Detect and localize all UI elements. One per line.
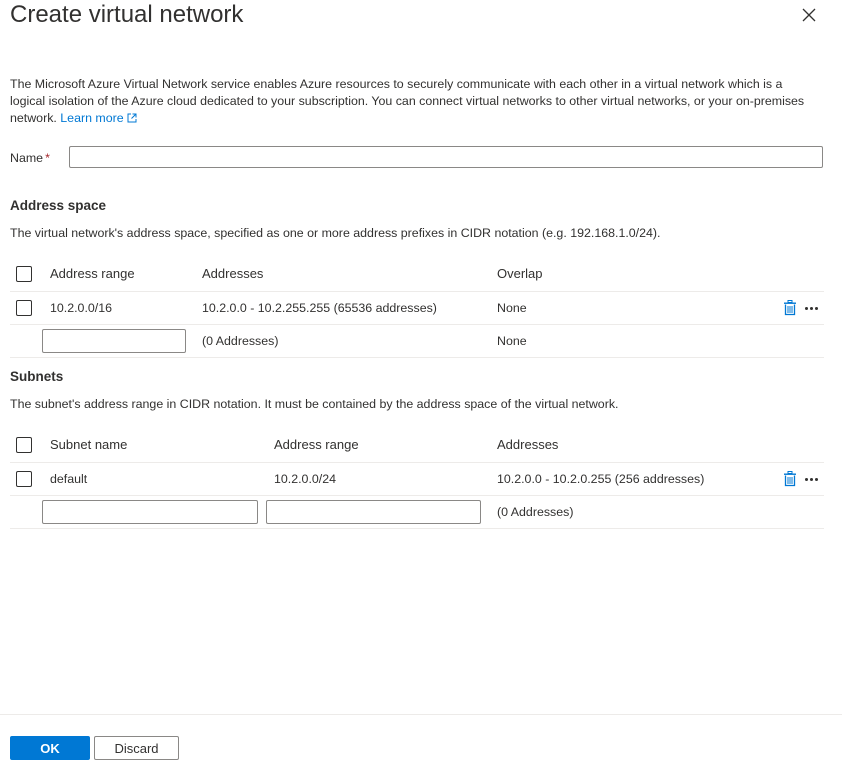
column-header-overlap: Overlap: [497, 266, 543, 281]
subnets-grid: Subnet name Address range Addresses defa…: [10, 427, 824, 529]
footer-divider: [0, 714, 842, 715]
external-link-icon: [127, 113, 137, 123]
more-options-button[interactable]: [803, 477, 820, 481]
column-header-subnet-addresses: Addresses: [497, 437, 559, 452]
new-subnet-addresses-cell: (0 Addresses): [497, 505, 574, 519]
close-icon: [802, 8, 816, 22]
row-checkbox[interactable]: [16, 471, 32, 487]
discard-button[interactable]: Discard: [94, 736, 179, 760]
name-label: Name *: [10, 151, 50, 165]
subnet-range-cell: 10.2.0.0/24: [274, 472, 337, 486]
select-all-subnets-checkbox[interactable]: [16, 436, 32, 453]
row-actions: [783, 463, 820, 495]
panel-description: The Microsoft Azure Virtual Network serv…: [10, 76, 820, 127]
delete-row-button[interactable]: [783, 300, 797, 316]
row-actions: [783, 292, 820, 324]
new-subnet-range-input[interactable]: [266, 500, 481, 524]
subnet-name-cell: default: [50, 472, 88, 486]
name-label-text: Name: [10, 151, 44, 165]
table-row: 10.2.0.0/16 10.2.0.0 - 10.2.255.255 (655…: [10, 292, 824, 325]
overlap-cell: None: [497, 301, 527, 315]
new-address-row: (0 Addresses) None: [10, 325, 824, 358]
new-address-range-input[interactable]: [42, 329, 186, 353]
learn-more-label: Learn more: [60, 111, 124, 125]
subnets-description: The subnet's address range in CIDR notat…: [10, 397, 619, 411]
row-checkbox[interactable]: [16, 300, 32, 316]
new-subnet-row: (0 Addresses): [10, 496, 824, 529]
select-all-checkbox[interactable]: [16, 265, 32, 282]
subnets-header-row: Subnet name Address range Addresses: [10, 427, 824, 463]
column-header-address-range: Address range: [50, 266, 135, 281]
delete-row-button[interactable]: [783, 471, 797, 487]
close-button[interactable]: [799, 5, 819, 25]
more-options-button[interactable]: [803, 306, 820, 310]
column-header-addresses: Addresses: [202, 266, 264, 281]
more-icon: [805, 477, 818, 481]
new-overlap-cell: None: [497, 334, 527, 348]
subnet-addresses-cell: 10.2.0.0 - 10.2.0.255 (256 addresses): [497, 472, 705, 486]
address-space-description: The virtual network's address space, spe…: [10, 226, 661, 240]
name-input[interactable]: [69, 146, 823, 168]
address-space-title: Address space: [10, 198, 107, 213]
new-addresses-cell: (0 Addresses): [202, 334, 279, 348]
trash-icon: [784, 471, 796, 487]
trash-icon: [784, 300, 796, 316]
ok-button[interactable]: OK: [10, 736, 90, 760]
column-header-subnet-address-range: Address range: [274, 437, 359, 452]
new-subnet-name-input[interactable]: [42, 500, 258, 524]
subnets-title: Subnets: [10, 369, 64, 384]
panel-title: Create virtual network: [10, 1, 244, 28]
more-icon: [805, 306, 818, 310]
address-space-header-row: Address range Addresses Overlap: [10, 256, 824, 292]
create-vnet-panel: Create virtual network The Microsoft Azu…: [0, 0, 842, 768]
required-marker: *: [45, 151, 50, 165]
learn-more-link[interactable]: Learn more: [60, 111, 137, 125]
address-range-cell: 10.2.0.0/16: [50, 301, 113, 315]
address-space-grid: Address range Addresses Overlap 10.2.0.0…: [10, 256, 824, 358]
table-row: default 10.2.0.0/24 10.2.0.0 - 10.2.0.25…: [10, 463, 824, 496]
addresses-cell: 10.2.0.0 - 10.2.255.255 (65536 addresses…: [202, 301, 437, 315]
column-header-subnet-name: Subnet name: [50, 437, 128, 452]
